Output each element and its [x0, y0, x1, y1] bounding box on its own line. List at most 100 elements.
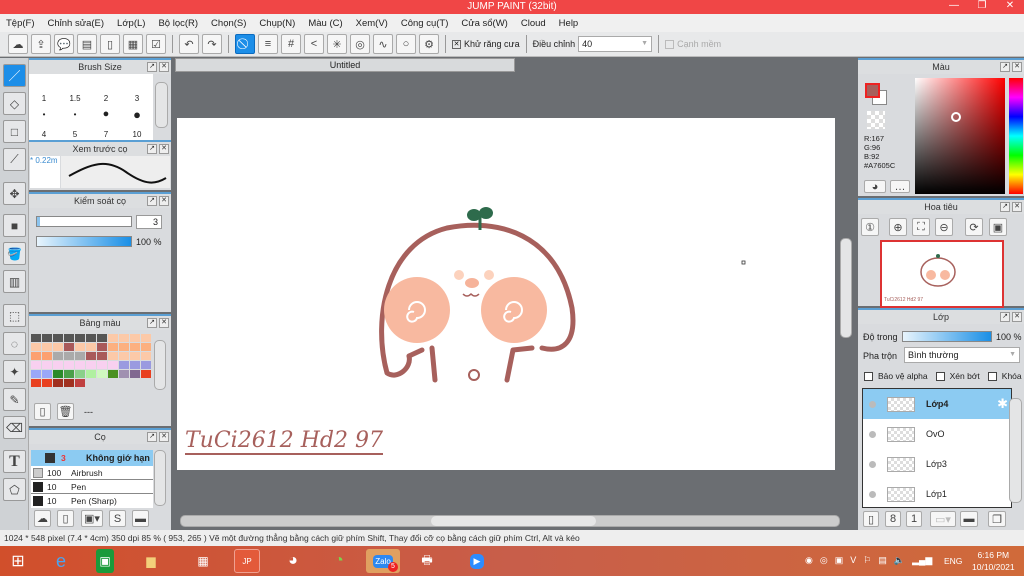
perspective-ruler-icon[interactable]: <: [304, 34, 324, 54]
language-indicator[interactable]: ENG: [944, 556, 962, 566]
color-swatch[interactable]: [64, 361, 74, 369]
brush-item[interactable]: 10 Pen (Sharp): [31, 494, 153, 508]
layer-item[interactable]: Lớp4 ✱: [863, 389, 1011, 420]
curve-ruler-icon[interactable]: ∿: [373, 34, 393, 54]
visibility-icon[interactable]: [869, 431, 876, 438]
visibility-icon[interactable]: [869, 401, 876, 408]
panel-icon[interactable]: ▦: [123, 34, 143, 54]
popout-icon[interactable]: ↗: [147, 432, 157, 442]
printer-app-icon[interactable]: 🖶: [414, 549, 440, 573]
color-swatch[interactable]: [42, 379, 52, 387]
clock[interactable]: 6:16 PM 10/10/2021: [972, 549, 1015, 573]
magic-wand-icon[interactable]: ✦: [3, 360, 26, 383]
menu-view[interactable]: Xem(V): [356, 18, 388, 29]
color-swatch[interactable]: [64, 352, 74, 360]
color-swatch[interactable]: [141, 334, 151, 342]
eraser-tool-icon[interactable]: ◇: [3, 92, 26, 115]
popout-icon[interactable]: ↗: [1000, 312, 1010, 322]
duplicate-layer-icon[interactable]: ❐: [988, 511, 1006, 527]
ellipse-ruler-icon[interactable]: ○: [396, 34, 416, 54]
color-swatch[interactable]: [75, 379, 85, 387]
size-2[interactable]: 2: [91, 94, 121, 103]
menu-tools[interactable]: Công cụ(T): [401, 18, 449, 29]
scrollbar[interactable]: [1009, 398, 1022, 503]
palette-icon[interactable]: ◕: [864, 180, 886, 193]
layer-item[interactable]: Lớp1: [863, 479, 1011, 507]
comment-icon[interactable]: 💬: [54, 34, 74, 54]
menu-window[interactable]: Cửa sổ(W): [461, 18, 507, 29]
menu-filter[interactable]: Bộ lọc(R): [158, 18, 198, 29]
folder-icon[interactable]: ▬: [132, 510, 149, 527]
color-swatch[interactable]: [130, 334, 140, 342]
windows-start-icon[interactable]: ⊞: [5, 549, 31, 573]
transparent-color[interactable]: [867, 111, 885, 129]
trash-icon[interactable]: 🗑: [57, 403, 74, 420]
select-pen-icon[interactable]: ✎: [3, 388, 26, 411]
drawing-canvas[interactable]: TuCi2612 Hd2 97: [177, 118, 835, 470]
color-swatch[interactable]: [130, 361, 140, 369]
radial-ruler-icon[interactable]: ✳: [327, 34, 347, 54]
hue-slider[interactable]: [1009, 78, 1023, 194]
color-swatch[interactable]: [108, 361, 118, 369]
scrollbar[interactable]: [154, 340, 166, 390]
color-swatch[interactable]: [86, 352, 96, 360]
brush-menu-icon[interactable]: ▣▾: [81, 510, 103, 527]
close-icon[interactable]: ✕: [159, 432, 169, 442]
color-swatch[interactable]: [108, 370, 118, 378]
maximize-button[interactable]: ❐: [968, 0, 996, 11]
color-swatch[interactable]: [42, 370, 52, 378]
close-icon[interactable]: ✕: [1012, 312, 1022, 322]
color-swatch[interactable]: [42, 361, 52, 369]
menu-select[interactable]: Chọn(S): [211, 18, 246, 29]
close-icon[interactable]: ✕: [1012, 62, 1022, 72]
color-swatch[interactable]: [31, 370, 41, 378]
popout-icon[interactable]: ↗: [1000, 62, 1010, 72]
tray-app-icon[interactable]: ▣: [835, 555, 844, 566]
brush-item[interactable]: 3 Không giớ hạn: [31, 450, 153, 466]
color-swatch[interactable]: [75, 334, 85, 342]
internet-explorer-icon[interactable]: e: [48, 549, 74, 573]
tray-app-icon[interactable]: ⚐: [863, 555, 871, 566]
antialias-checkbox[interactable]: ✕: [452, 39, 461, 49]
menu-edit[interactable]: Chỉnh sửa(E): [48, 18, 105, 29]
signal-icon[interactable]: ▂▄▆: [912, 555, 932, 566]
color-swatch[interactable]: [141, 352, 151, 360]
layer-item[interactable]: OvO: [863, 419, 1011, 450]
clip-checkbox[interactable]: [935, 371, 945, 381]
network-icon[interactable]: ▤: [878, 555, 887, 566]
protect-alpha-checkbox[interactable]: [864, 371, 873, 381]
size-3[interactable]: 3: [122, 94, 152, 103]
horizontal-scrollbar[interactable]: [180, 515, 840, 527]
size-slider[interactable]: [36, 216, 132, 227]
size-1.5[interactable]: 1.5: [60, 94, 90, 103]
brush-item[interactable]: 100 Airbrush: [31, 466, 153, 480]
layer-opacity-slider[interactable]: [902, 331, 992, 342]
jump-paint-icon[interactable]: JP: [234, 549, 260, 573]
color-swatch[interactable]: [75, 343, 85, 351]
brush-size-grid[interactable]: 1 1.5 2 3 • • ● ● 4 5 7 10: [29, 74, 153, 140]
folder-icon[interactable]: ▬: [960, 511, 978, 527]
redo-icon[interactable]: ↷: [202, 34, 222, 54]
color-swatch[interactable]: [31, 361, 41, 369]
layer-item[interactable]: Lớp3: [863, 449, 1011, 480]
share-icon[interactable]: ⇪: [31, 34, 51, 54]
close-icon[interactable]: ✕: [159, 318, 169, 328]
size-1[interactable]: 1: [29, 94, 59, 103]
menu-color[interactable]: Màu (C): [308, 18, 342, 29]
zoom-app-icon[interactable]: ▶: [464, 549, 490, 573]
brush-tool-icon[interactable]: ／: [3, 64, 26, 87]
tray-app-icon[interactable]: ◎: [820, 555, 828, 566]
zoom-out-icon[interactable]: ⊖: [935, 218, 953, 236]
popout-icon[interactable]: ↗: [147, 318, 157, 328]
color-swatch[interactable]: [97, 370, 107, 378]
color-swatch[interactable]: [108, 352, 118, 360]
color-swatch[interactable]: [141, 361, 151, 369]
parallel-ruler-icon[interactable]: ≡: [258, 34, 278, 54]
color-swatch[interactable]: [42, 334, 52, 342]
zoom-actual-icon[interactable]: ①: [861, 218, 879, 236]
color-swatch[interactable]: [86, 343, 96, 351]
cloud-icon[interactable]: ☁: [8, 34, 28, 54]
popout-icon[interactable]: ↗: [147, 62, 157, 72]
navigator-thumbnail[interactable]: TuCi2612 Hd2 97: [880, 240, 1004, 308]
menu-capture[interactable]: Chụp(N): [259, 18, 295, 29]
